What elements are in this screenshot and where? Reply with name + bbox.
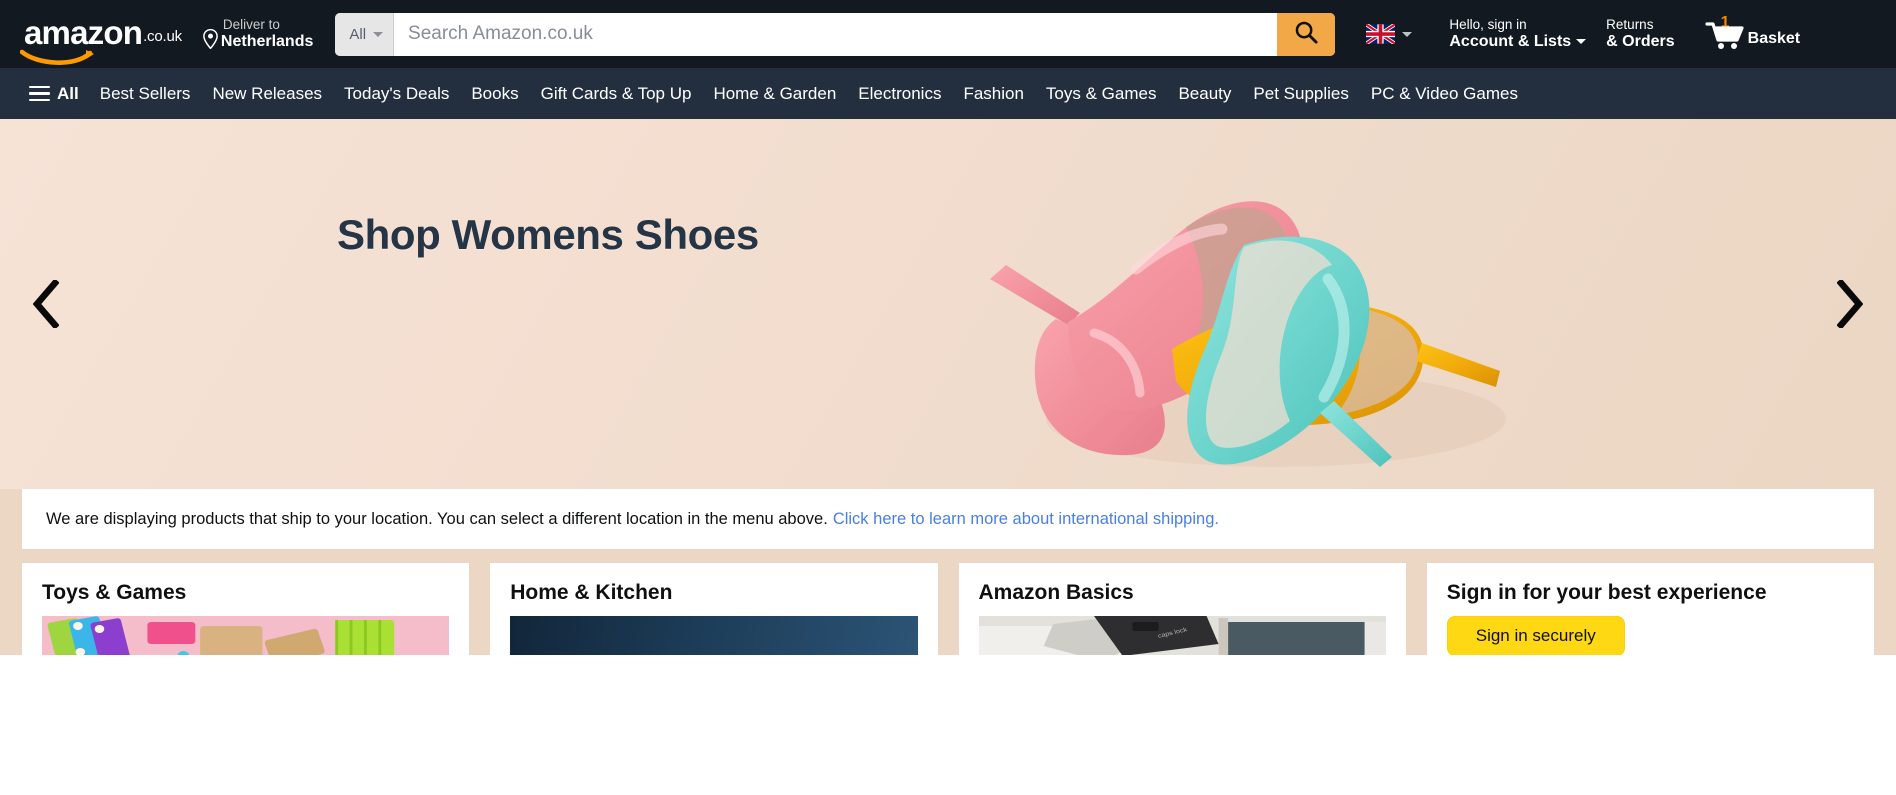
card-title: Toys & Games — [42, 581, 187, 604]
orders-label: & Orders — [1606, 33, 1675, 51]
toys-photo — [42, 616, 450, 655]
kitchen-photo — [510, 616, 918, 655]
basket-label: Basket — [1747, 30, 1801, 47]
nav-item-home-garden[interactable]: Home & Garden — [702, 76, 847, 112]
returns-and-orders-link[interactable]: Returns & Orders — [1596, 8, 1684, 61]
chevron-down-icon — [1402, 31, 1413, 37]
uk-flag-icon — [1365, 22, 1397, 46]
hero-prev-button[interactable] — [18, 269, 74, 339]
card-sign-in: Sign in for your best experience Sign in… — [1426, 563, 1874, 655]
account-and-lists-link[interactable]: Hello, sign in Account & Lists — [1439, 8, 1596, 61]
account-greeting: Hello, sign in — [1449, 16, 1527, 32]
sign-in-securely-button[interactable]: Sign in securely — [1446, 616, 1625, 655]
card-title: Sign in for your best experience — [1446, 581, 1767, 604]
returns-label: Returns — [1606, 16, 1654, 32]
amazon-logo-domain: .co.uk — [143, 27, 182, 45]
account-lists-label: Account & Lists — [1449, 33, 1572, 51]
basics-photo: caps lock — [978, 616, 1386, 655]
card-title: Amazon Basics — [978, 581, 1134, 604]
nav-item-todays-deals[interactable]: Today's Deals — [333, 76, 460, 112]
hero-carousel: Shop Womens Shoes — [0, 119, 1896, 489]
hero-next-button[interactable] — [1822, 269, 1878, 339]
chevron-down-icon — [1576, 39, 1587, 45]
notice-text: We are displaying products that ship to … — [46, 509, 828, 528]
nav-item-books[interactable]: Books — [460, 76, 529, 112]
search-submit-button[interactable] — [1277, 12, 1336, 56]
chevron-down-icon — [373, 31, 384, 37]
nav-item-fashion[interactable]: Fashion — [952, 76, 1034, 112]
card-amazon-basics[interactable]: Amazon Basics caps lock — [958, 563, 1406, 655]
nav-item-beauty[interactable]: Beauty — [1167, 76, 1242, 112]
hero-shoes-image — [976, 119, 1576, 489]
international-shipping-link[interactable]: Click here to learn more about internati… — [833, 510, 1219, 529]
hero-title: Shop Womens Shoes — [337, 211, 759, 258]
hamburger-menu-icon — [29, 85, 50, 102]
top-header-bar: amazon .co.uk Deliver to Netherlands All — [0, 0, 1896, 68]
secondary-nav-bar: All Best Sellers New Releases Today's De… — [0, 68, 1896, 119]
location-pin-icon — [203, 28, 218, 50]
amazon-logo[interactable]: amazon .co.uk — [14, 8, 192, 65]
deliver-to-selector[interactable]: Deliver to Netherlands — [196, 7, 323, 62]
basket-link[interactable]: 1 Basket — [1697, 7, 1809, 61]
nav-item-gift-cards[interactable]: Gift Cards & Top Up — [530, 76, 703, 112]
nav-item-new-releases[interactable]: New Releases — [201, 76, 333, 112]
all-menu-label: All — [57, 83, 79, 103]
category-cards-container: Toys & Games Home & Kitchen Amazon Basic… — [0, 549, 1896, 655]
nav-item-pc-video-games[interactable]: PC & Video Games — [1360, 76, 1529, 112]
amazon-smile-icon — [20, 48, 98, 66]
deliver-to-country: Netherlands — [220, 33, 314, 51]
language-country-selector[interactable] — [1357, 11, 1421, 57]
card-toys-and-games[interactable]: Toys & Games — [22, 563, 470, 655]
nav-item-electronics[interactable]: Electronics — [847, 76, 952, 112]
search-category-label: All — [349, 25, 367, 43]
search-icon — [1294, 20, 1319, 48]
amazon-logo-text: amazon — [24, 14, 143, 52]
sidebar-menu-all-button[interactable]: All — [18, 76, 89, 112]
nav-item-toys-games[interactable]: Toys & Games — [1035, 76, 1168, 112]
deliver-to-label: Deliver to — [222, 16, 280, 32]
search-bar: All — [335, 12, 1336, 56]
chevron-right-icon — [1836, 278, 1864, 330]
notice-strip-container: We are displaying products that ship to … — [0, 489, 1896, 549]
nav-item-pet-supplies[interactable]: Pet Supplies — [1242, 76, 1359, 112]
search-input[interactable] — [394, 12, 1278, 56]
international-shipping-notice: We are displaying products that ship to … — [22, 489, 1874, 549]
card-title: Home & Kitchen — [510, 581, 673, 604]
nav-item-best-sellers[interactable]: Best Sellers — [89, 76, 202, 112]
card-home-and-kitchen[interactable]: Home & Kitchen — [490, 563, 938, 655]
chevron-left-icon — [32, 278, 60, 330]
search-category-dropdown[interactable]: All — [335, 12, 395, 56]
